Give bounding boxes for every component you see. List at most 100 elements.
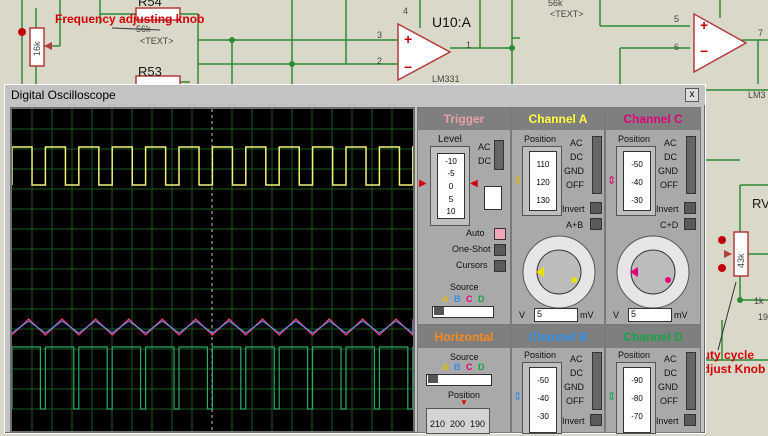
channel-c-unit-mv: mV <box>674 310 688 320</box>
trigger-dc-label: DC <box>478 156 491 166</box>
oscilloscope-window[interactable]: Digital Oscilloscope x Trigger Level -10… <box>4 84 706 434</box>
trigger-level-tick: -5 <box>447 169 455 178</box>
horizontal-tick: 200 <box>450 419 466 429</box>
channel-c-invert-button[interactable] <box>684 202 696 214</box>
horizontal-tick: 210 <box>430 419 446 429</box>
channel-a-unit-mv: mV <box>580 310 594 320</box>
pin-5: 5 <box>674 14 680 24</box>
channel-d-coupling-switch[interactable] <box>686 352 696 410</box>
horizontal-source-slider-thumb[interactable] <box>428 375 438 383</box>
horizontal-tick: 190 <box>470 419 486 429</box>
channel-c-tick: -30 <box>631 196 643 205</box>
channel-c-invert-label: Invert <box>656 204 679 214</box>
opamp-part: LM331 <box>432 74 460 84</box>
channel-a-unit-v: V <box>519 310 526 320</box>
trigger-auto-label: Auto <box>466 228 485 238</box>
trigger-header: Trigger <box>418 108 510 130</box>
channel-a-combine-button[interactable] <box>590 218 602 230</box>
channel-a-tick: 130 <box>536 196 550 205</box>
channel-b-dc-label: DC <box>570 368 583 378</box>
trigger-auto-button[interactable] <box>494 228 506 240</box>
r54-value: 56k <box>136 24 151 34</box>
trigger-source-slider-thumb[interactable] <box>434 307 444 315</box>
channel-c-coupling-switch[interactable] <box>686 136 696 194</box>
trigger-source-b: B <box>454 294 461 304</box>
channel-c-volts-value[interactable]: 5 <box>628 308 672 322</box>
trigger-coupling-switch[interactable] <box>494 140 504 170</box>
right-value-label: 1k <box>754 296 764 306</box>
channel-b-tick: -50 <box>537 376 549 385</box>
channel-a-gnd-label: GND <box>564 166 584 176</box>
trigger-source-slider[interactable] <box>432 306 494 318</box>
channel-d-position-scale: -90 -80 -70 <box>623 367 651 433</box>
trigger-source-a: A <box>442 294 449 304</box>
channel-c-ac-label: AC <box>664 138 677 148</box>
trigger-ac-label: AC <box>478 142 491 152</box>
channel-b-position-control[interactable]: -50 -40 -30 <box>522 362 562 434</box>
channel-a-tick: 120 <box>536 178 550 187</box>
close-button[interactable]: x <box>685 88 699 102</box>
channel-c-combine-button[interactable] <box>684 218 696 230</box>
channel-b-tick: -40 <box>537 394 549 403</box>
trigger-level-tick: 0 <box>448 182 454 191</box>
channel-d-invert-label: Invert <box>656 416 679 426</box>
right-part-label: LM3 <box>748 90 766 100</box>
window-titlebar[interactable]: Digital Oscilloscope x <box>5 85 705 105</box>
channel-b-tick: -30 <box>537 412 549 421</box>
opamp-label: U10:A <box>432 14 471 30</box>
channel-a-off-label: OFF <box>566 180 584 190</box>
pin-1: 1 <box>466 40 472 50</box>
channel-a-position-control[interactable]: 110 120 130 <box>522 146 562 216</box>
trigger-oneshot-button[interactable] <box>494 244 506 256</box>
svg-text:+: + <box>404 31 412 47</box>
channel-c-position-label: Position <box>618 134 651 144</box>
channel-b-position-scale: -50 -40 -30 <box>529 367 557 433</box>
channel-d-dc-label: DC <box>664 368 677 378</box>
channel-a-position-arrow-icon: ⇕ <box>513 175 523 187</box>
right-ref-label: RV <box>752 196 768 211</box>
trigger-edge-selector[interactable] <box>484 186 502 210</box>
r54-label: R54 <box>138 0 162 9</box>
channel-b-coupling-switch[interactable] <box>592 352 602 410</box>
channel-d-invert-button[interactable] <box>684 414 696 426</box>
channel-a-coupling-switch[interactable] <box>592 136 602 194</box>
channel-c-tick: -40 <box>631 178 643 187</box>
left-pot-value: 16k <box>32 41 42 56</box>
channel-c-dc-label: DC <box>664 152 677 162</box>
channel-b-header: Channel B <box>512 326 604 348</box>
channel-a-volts-dial[interactable] <box>516 230 602 308</box>
channel-c-position-arrow-icon: ⇕ <box>607 175 617 187</box>
horizontal-position-control[interactable]: 210 200 190 <box>426 408 490 434</box>
channel-c-volts-dial[interactable] <box>610 230 696 308</box>
scope-traces <box>11 109 414 431</box>
channel-a-panel: Channel A Position 110 120 130 ⇕ AC DC G… <box>511 107 605 325</box>
trigger-level-tick: 5 <box>448 195 454 204</box>
horizontal-source-b: B <box>454 362 461 372</box>
frequency-knob-annotation: Frequency adjusting knob <box>55 12 205 26</box>
horizontal-source-label: Source <box>450 352 479 362</box>
trigger-panel: Trigger Level -10 -5 0 5 10 ▶ ◀ AC DC Au… <box>417 107 511 325</box>
horizontal-source-c: C <box>466 362 473 372</box>
channel-a-invert-button[interactable] <box>590 202 602 214</box>
channel-b-position-arrow-icon: ⇕ <box>513 391 523 403</box>
horizontal-panel: Horizontal Source A B C D Position ▼ 210… <box>417 325 511 434</box>
channel-d-off-label: OFF <box>660 396 678 406</box>
channel-c-header: Channel C <box>606 108 700 130</box>
channel-a-position-label: Position <box>524 134 557 144</box>
channel-d-position-control[interactable]: -90 -80 -70 <box>616 362 656 434</box>
channel-d-tick: -90 <box>631 376 643 385</box>
channel-b-off-label: OFF <box>566 396 584 406</box>
channel-d-tick: -80 <box>631 394 643 403</box>
r53-label: R53 <box>138 64 162 79</box>
trigger-level-control[interactable]: -10 -5 0 5 10 <box>430 146 470 226</box>
channel-b-invert-button[interactable] <box>590 414 602 426</box>
channel-c-position-control[interactable]: -50 -40 -30 <box>616 146 656 216</box>
channel-a-volts-value[interactable]: 5 <box>534 308 578 322</box>
horizontal-source-slider[interactable] <box>426 374 492 386</box>
top-text: <TEXT> <box>550 9 584 19</box>
trigger-level-right-arrow-icon: ◀ <box>470 178 478 189</box>
trigger-level-tick: 10 <box>446 207 456 216</box>
trigger-level-left-arrow-icon: ▶ <box>419 178 427 189</box>
pin-7: 7 <box>758 28 764 38</box>
trigger-cursors-button[interactable] <box>494 260 506 272</box>
